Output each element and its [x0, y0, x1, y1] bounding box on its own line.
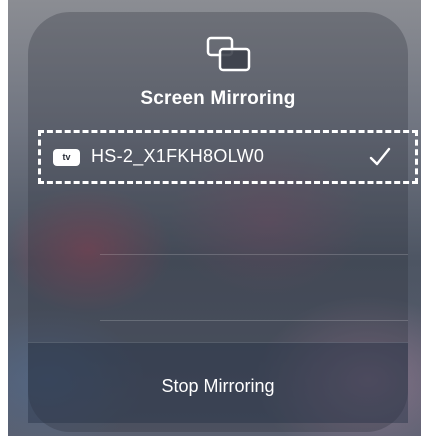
divider [100, 254, 408, 255]
panel-header: Screen Mirroring [28, 12, 408, 122]
apple-tv-icon: tv [53, 149, 80, 166]
stop-mirroring-label: Stop Mirroring [161, 376, 275, 396]
panel-title: Screen Mirroring [140, 88, 296, 109]
stop-mirroring-button[interactable]: Stop Mirroring [28, 342, 408, 423]
divider [100, 320, 408, 321]
control-center-backdrop: Screen Mirroring tv HS-2_X1FKH8OLW0 Stop… [8, 0, 421, 436]
device-name: HS-2_X1FKH8OLW0 [91, 146, 265, 166]
checkmark-icon [369, 147, 391, 166]
device-list-item[interactable]: tv HS-2_X1FKH8OLW0 [38, 130, 418, 184]
apple-tv-badge-label: tv [62, 152, 71, 162]
screen-mirroring-icon [206, 36, 251, 72]
